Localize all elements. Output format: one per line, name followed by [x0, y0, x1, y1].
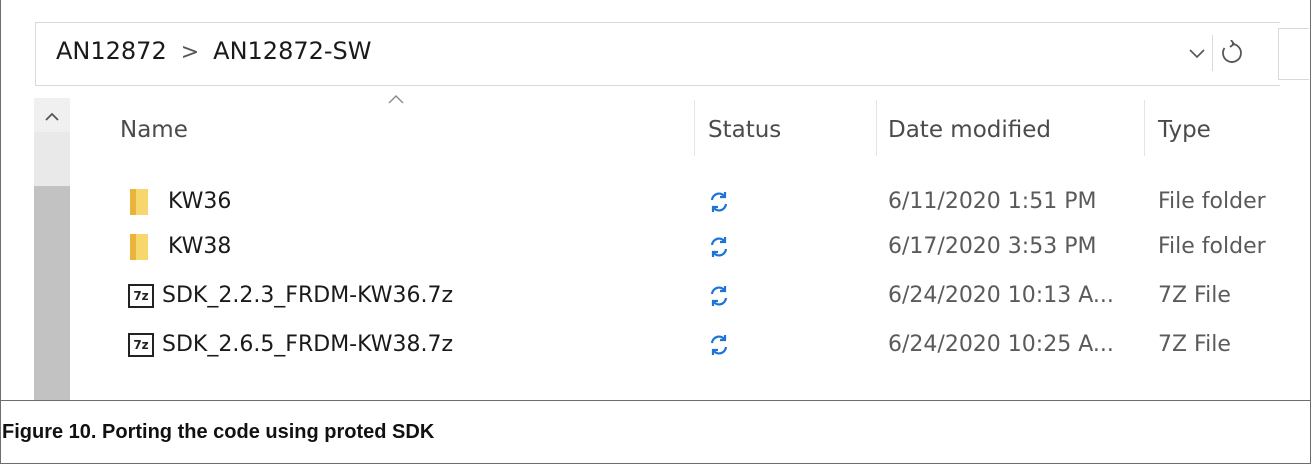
column-divider[interactable]	[1144, 100, 1145, 156]
column-status[interactable]: Status	[708, 98, 781, 158]
sync-icon	[708, 272, 738, 320]
column-type[interactable]: Type	[1158, 98, 1211, 158]
scrollbar-thumb[interactable]	[34, 186, 70, 400]
breadcrumb-item-an12872[interactable]: AN12872	[56, 37, 167, 65]
file-row[interactable]: 7z SDK_2.6.5_FRDM-KW38.7z 6/24/2020 10:2…	[70, 321, 1310, 369]
column-date-modified[interactable]: Date modified	[888, 98, 1051, 158]
file-type: 7Z File	[1158, 332, 1231, 357]
file-date: 6/11/2020 1:51 PM	[888, 189, 1097, 214]
file-explorer-window: AN12872 > AN12872-SW Name Status Date modi…	[20, 0, 1309, 400]
chevron-down-icon[interactable]	[1184, 37, 1210, 69]
search-box[interactable]	[1278, 28, 1309, 80]
caption-divider	[0, 400, 1311, 401]
column-header: Name Status Date modified Type	[70, 95, 1310, 158]
file-date: 6/24/2020 10:25 A...	[888, 332, 1114, 357]
file-type: File folder	[1158, 189, 1266, 214]
figure-caption: Figure 10. Porting the code using proted…	[2, 421, 435, 443]
column-name[interactable]: Name	[120, 98, 188, 158]
file-type: File folder	[1158, 234, 1266, 259]
file-row[interactable]: KW38 6/17/2020 3:53 PM File folder	[70, 223, 1310, 271]
column-divider[interactable]	[694, 100, 695, 156]
sync-icon	[708, 223, 738, 271]
file-name: SDK_2.2.3_FRDM-KW36.7z	[162, 283, 454, 308]
sort-ascending-icon	[386, 86, 406, 110]
file-row[interactable]: KW36 6/11/2020 1:51 PM File folder	[70, 178, 1310, 226]
refresh-icon[interactable]	[1212, 35, 1251, 71]
sync-icon	[708, 321, 738, 369]
address-bar[interactable]: AN12872 > AN12872-SW	[35, 22, 1280, 86]
file-name: SDK_2.6.5_FRDM-KW38.7z	[162, 332, 454, 357]
file-date: 6/17/2020 3:53 PM	[888, 234, 1097, 259]
folder-icon	[130, 234, 148, 260]
file-name: KW36	[168, 189, 232, 214]
file-type: 7Z File	[1158, 283, 1231, 308]
7z-file-icon: 7z	[128, 333, 154, 357]
breadcrumb: AN12872 > AN12872-SW	[56, 37, 372, 65]
vertical-scrollbar[interactable]	[34, 98, 70, 400]
file-date: 6/24/2020 10:13 A...	[888, 283, 1114, 308]
breadcrumb-separator-icon: >	[180, 40, 200, 65]
column-divider[interactable]	[876, 100, 877, 156]
7z-file-icon: 7z	[128, 284, 154, 308]
scroll-up-icon[interactable]	[34, 98, 70, 132]
file-row[interactable]: 7z SDK_2.2.3_FRDM-KW36.7z 6/24/2020 10:1…	[70, 272, 1310, 320]
breadcrumb-item-an12872-sw[interactable]: AN12872-SW	[213, 37, 371, 65]
sync-icon	[708, 178, 738, 226]
folder-icon	[130, 189, 148, 215]
file-name: KW38	[168, 234, 232, 259]
